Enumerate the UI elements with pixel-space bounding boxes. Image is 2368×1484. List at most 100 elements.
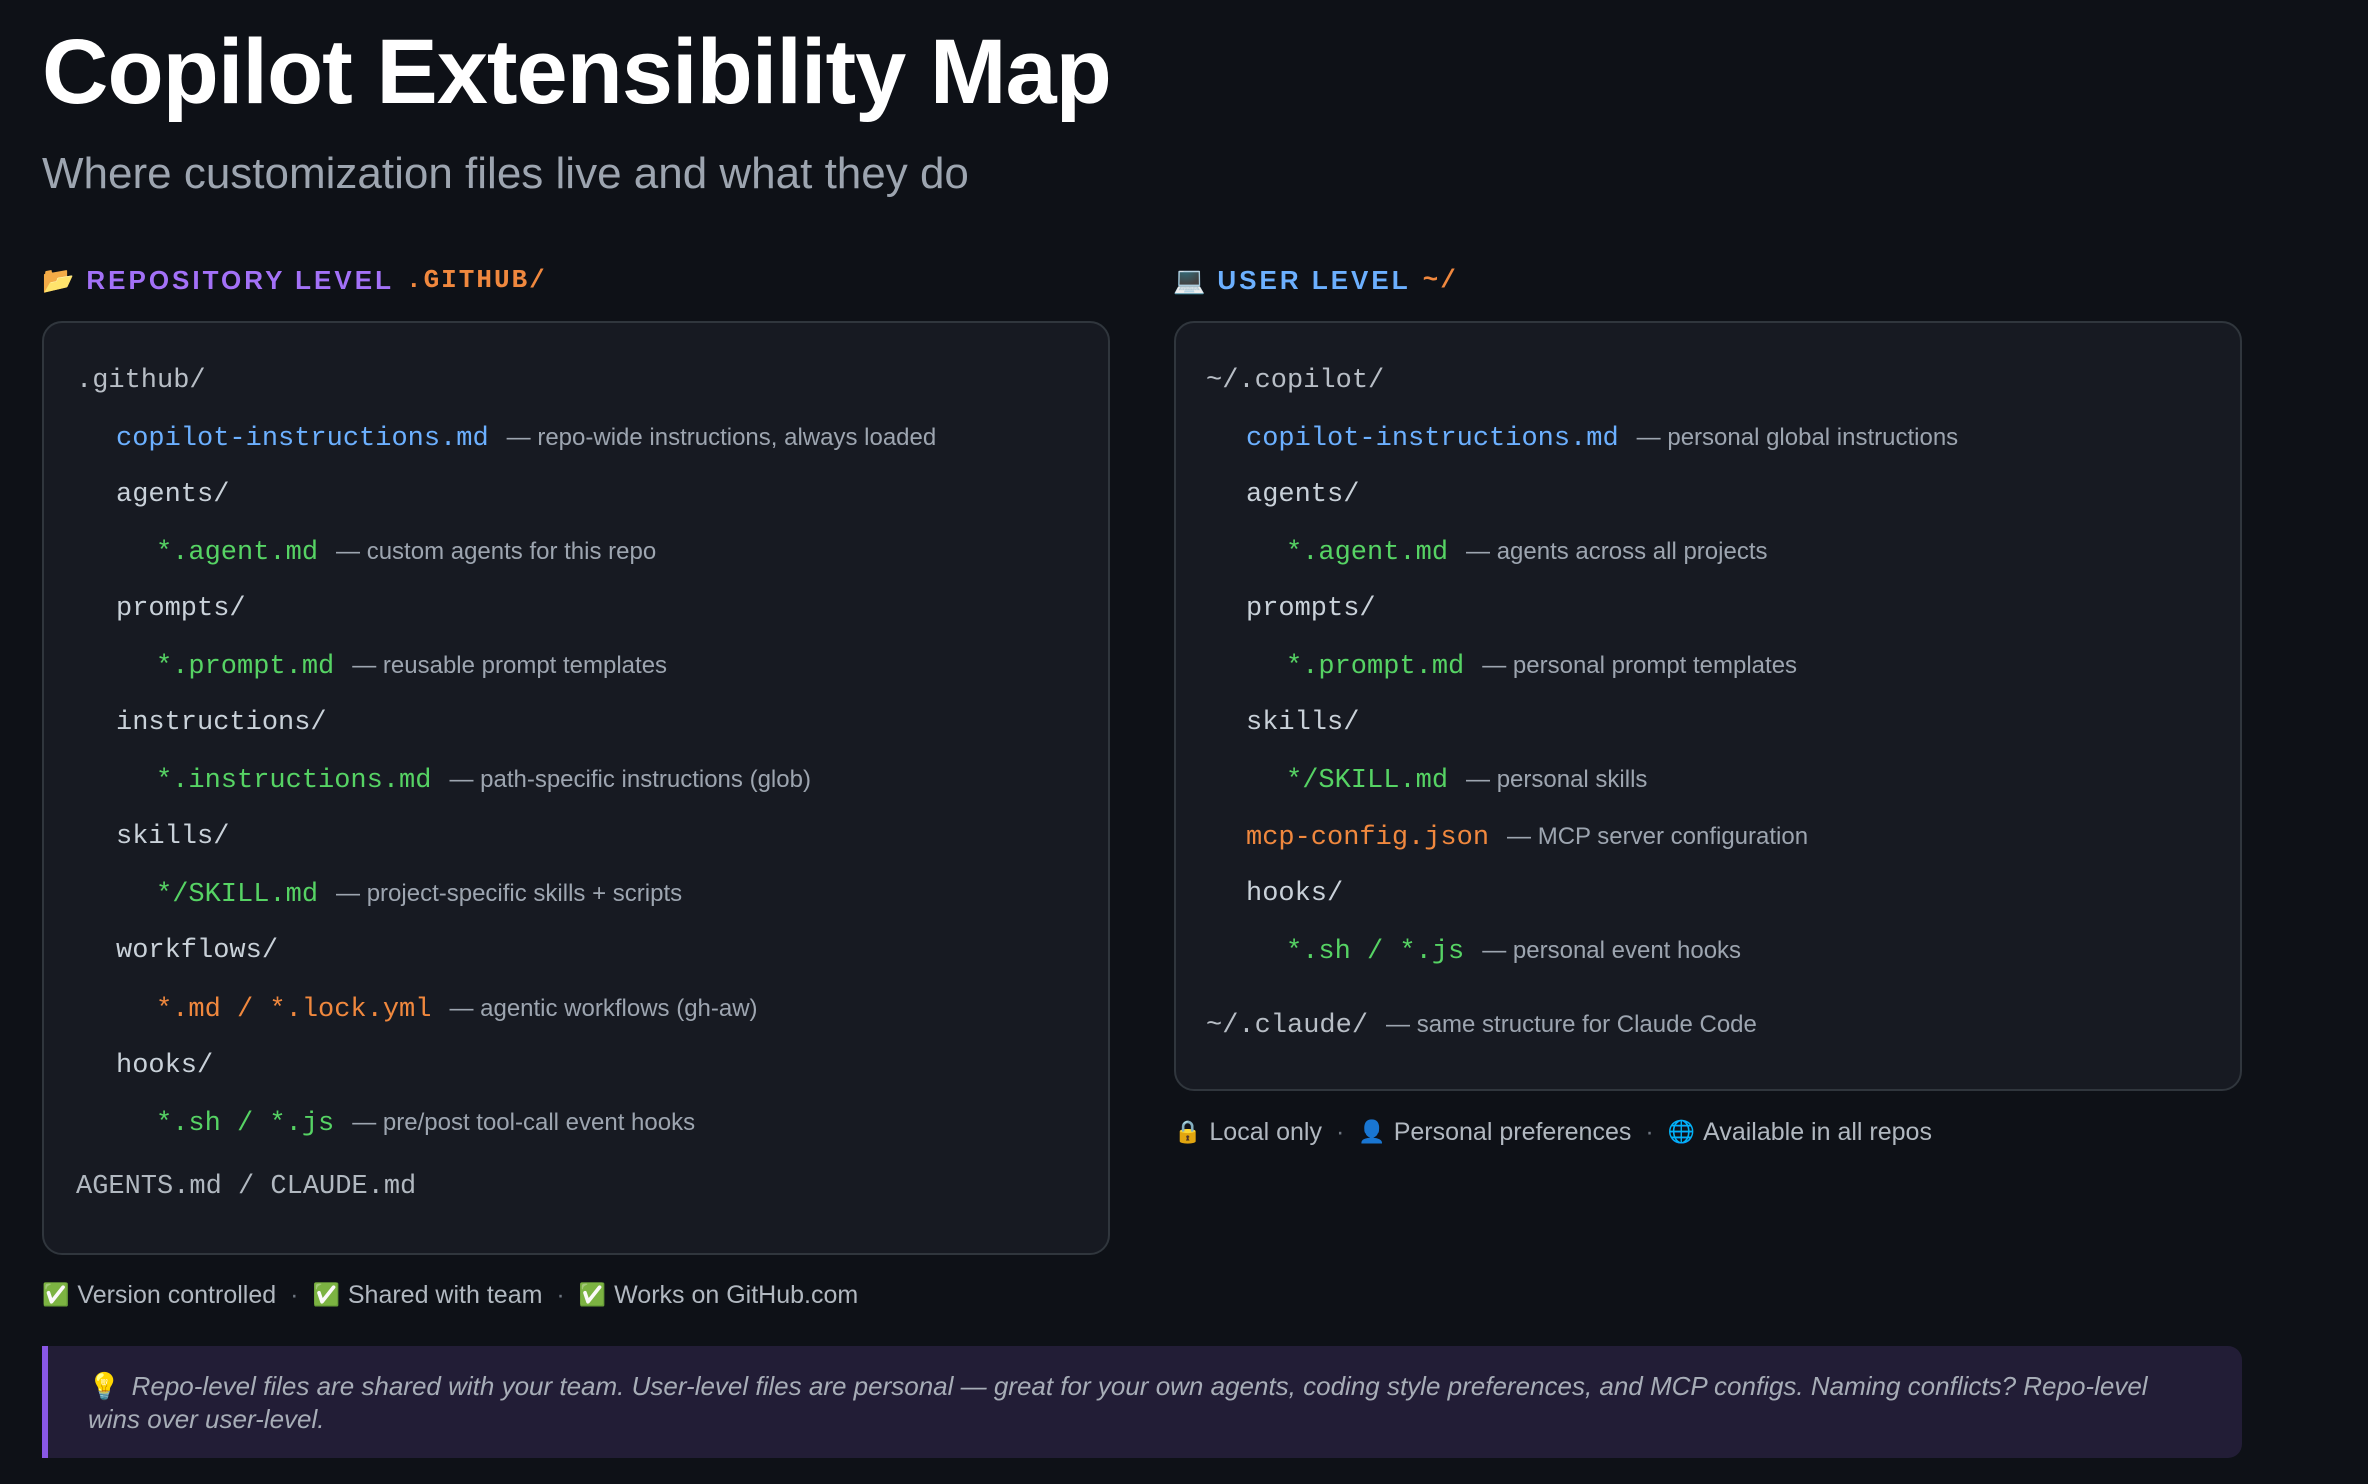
check-icon: ✅: [312, 1282, 340, 1307]
dir-name: hooks/: [116, 1051, 214, 1081]
file-description: — same structure for Claude Code: [1386, 1011, 1757, 1038]
user-level-heading: 💻 USER LEVEL ~/: [1173, 262, 1458, 298]
tree-item-workflow-file: *.md / *.lock.yml — agentic workflows (g…: [156, 989, 758, 1029]
feature-label: Version controlled: [77, 1280, 277, 1309]
file-name: copilot-instructions.md: [1246, 424, 1619, 454]
tree-dir-skills: skills/: [116, 817, 229, 857]
tree-root-name: ~/.copilot/: [1206, 366, 1385, 396]
file-name: *.sh / *.js: [156, 1109, 335, 1139]
user-level-label: USER LEVEL: [1217, 265, 1411, 295]
feature-shared-with-team: ✅ Shared with team: [312, 1281, 542, 1310]
separator: ·: [1645, 1117, 1654, 1146]
tip-callout: 💡 Repo-level files are shared with your …: [42, 1346, 2242, 1458]
tree-item-mcp-config: mcp-config.json — MCP server configurati…: [1246, 817, 1808, 857]
file-description: — personal event hooks: [1482, 937, 1742, 964]
feature-available-all-repos: 🌐 Available in all repos: [1668, 1118, 1932, 1147]
file-name: *.agent.md: [1286, 538, 1449, 568]
file-name: mcp-config.json: [1246, 823, 1490, 853]
user-tree-panel: ~/.copilot/ copilot-instructions.md — pe…: [1174, 321, 2242, 1091]
feature-label: Local only: [1209, 1117, 1322, 1146]
tree-dir-workflows: workflows/: [116, 931, 278, 971]
tree-dir-instructions: instructions/: [116, 703, 327, 743]
separator: ·: [1335, 1117, 1345, 1146]
dir-name: skills/: [116, 822, 230, 852]
tree-item-copilot-instructions: copilot-instructions.md — repo-wide inst…: [116, 418, 936, 458]
check-icon: ✅: [42, 1282, 70, 1307]
dir-name: skills/: [1246, 708, 1360, 738]
feature-label: Shared with team: [347, 1280, 543, 1309]
repository-tree-panel: .github/ copilot-instructions.md — repo-…: [42, 321, 1110, 1255]
dir-name: hooks/: [1246, 879, 1344, 909]
tree-dir-hooks: hooks/: [116, 1046, 213, 1086]
file-description: — agentic workflows (gh-aw): [449, 995, 758, 1022]
tree-dir-agents: agents/: [1246, 475, 1359, 515]
separator: ·: [556, 1280, 565, 1309]
page-subtitle: Where customization files live and what …: [42, 149, 969, 198]
file-name: *.instructions.md: [156, 766, 432, 796]
user-level-features: 🔒 Local only · 👤 Personal preferences · …: [1174, 1114, 1932, 1150]
file-description: — personal prompt templates: [1482, 652, 1798, 679]
repository-level-label: REPOSITORY LEVEL: [86, 265, 394, 295]
file-description: — personal global instructions: [1636, 424, 1959, 451]
feature-version-controlled: ✅ Version controlled: [42, 1281, 276, 1310]
laptop-icon: 💻: [1173, 265, 1206, 295]
file-name: *.sh / *.js: [1286, 937, 1465, 967]
user-level-path: ~/: [1422, 265, 1458, 295]
tree-item-prompt-file: *.prompt.md — personal prompt templates: [1286, 646, 1797, 686]
tree-item-prompt-file: *.prompt.md — reusable prompt templates: [156, 646, 667, 686]
person-icon: 👤: [1358, 1119, 1386, 1144]
file-name: *.prompt.md: [156, 652, 335, 682]
file-description: — reusable prompt templates: [352, 652, 668, 679]
tree-item-agent-file: *.agent.md — agents across all projects: [1286, 532, 1768, 572]
dir-name: agents/: [1246, 480, 1360, 510]
tree-item-agent-file: *.agent.md — custom agents for this repo: [156, 532, 656, 572]
tree-item-hook-file: *.sh / *.js — personal event hooks: [1286, 931, 1741, 971]
dir-name: ~/.claude/: [1206, 1011, 1369, 1041]
tree-item-instructions-file: *.instructions.md — path-specific instru…: [156, 760, 811, 800]
dir-name: instructions/: [116, 708, 327, 738]
feature-label: Available in all repos: [1703, 1117, 1932, 1146]
tree-dir-prompts: prompts/: [116, 589, 246, 629]
tree-item-hook-file: *.sh / *.js — pre/post tool-call event h…: [156, 1103, 695, 1143]
tree-item-agents-md: AGENTS.md / CLAUDE.md: [76, 1167, 416, 1207]
file-description: — repo-wide instructions, always loaded: [506, 424, 937, 451]
file-description: — custom agents for this repo: [336, 538, 657, 565]
lightbulb-icon: 💡: [88, 1371, 121, 1401]
repository-level-features: ✅ Version controlled · ✅ Shared with tea…: [42, 1277, 858, 1313]
file-description: — personal skills: [1466, 766, 1648, 793]
file-name: */SKILL.md: [1286, 766, 1449, 796]
tip-text: Repo-level files are shared with your te…: [88, 1371, 2148, 1434]
feature-local-only: 🔒 Local only: [1174, 1118, 1322, 1147]
dir-name: prompts/: [1246, 594, 1376, 624]
feature-personal-preferences: 👤 Personal preferences: [1358, 1118, 1631, 1147]
dir-name: agents/: [116, 480, 230, 510]
feature-label: Personal preferences: [1393, 1117, 1632, 1146]
repository-level-path: .GITHUB/: [405, 265, 547, 295]
file-name: AGENTS.md / CLAUDE.md: [76, 1172, 417, 1202]
check-icon: ✅: [578, 1282, 607, 1307]
file-description: — path-specific instructions (glob): [449, 766, 811, 793]
page-title: Copilot Extensibility Map: [42, 21, 1112, 123]
dir-name: workflows/: [116, 936, 279, 966]
feature-works-on-github: ✅ Works on GitHub.com: [579, 1281, 858, 1310]
separator: ·: [290, 1280, 299, 1309]
folder-icon: 📂: [42, 265, 75, 295]
tree-root: ~/.copilot/: [1206, 361, 1384, 401]
lock-icon: 🔒: [1174, 1119, 1202, 1144]
file-description: — agents across all projects: [1466, 538, 1768, 565]
repository-level-heading: 📂 REPOSITORY LEVEL .GITHUB/: [42, 262, 547, 298]
feature-label: Works on GitHub.com: [614, 1280, 859, 1309]
file-name: copilot-instructions.md: [116, 424, 489, 454]
tree-item-copilot-instructions: copilot-instructions.md — personal globa…: [1246, 418, 1958, 458]
tree-dir-hooks: hooks/: [1246, 874, 1343, 914]
globe-icon: 🌐: [1667, 1119, 1696, 1144]
tree-dir-agents: agents/: [116, 475, 229, 515]
tree-item-skill-file: */SKILL.md — project-specific skills + s…: [156, 874, 682, 914]
file-name: *.agent.md: [156, 538, 319, 568]
tree-root-name: .github/: [76, 366, 206, 396]
file-description: — pre/post tool-call event hooks: [352, 1109, 696, 1136]
file-name: *.md / *.lock.yml: [156, 995, 432, 1025]
tree-item-skill-file: */SKILL.md — personal skills: [1286, 760, 1647, 800]
tree-dir-skills: skills/: [1246, 703, 1359, 743]
file-name: */SKILL.md: [156, 880, 319, 910]
